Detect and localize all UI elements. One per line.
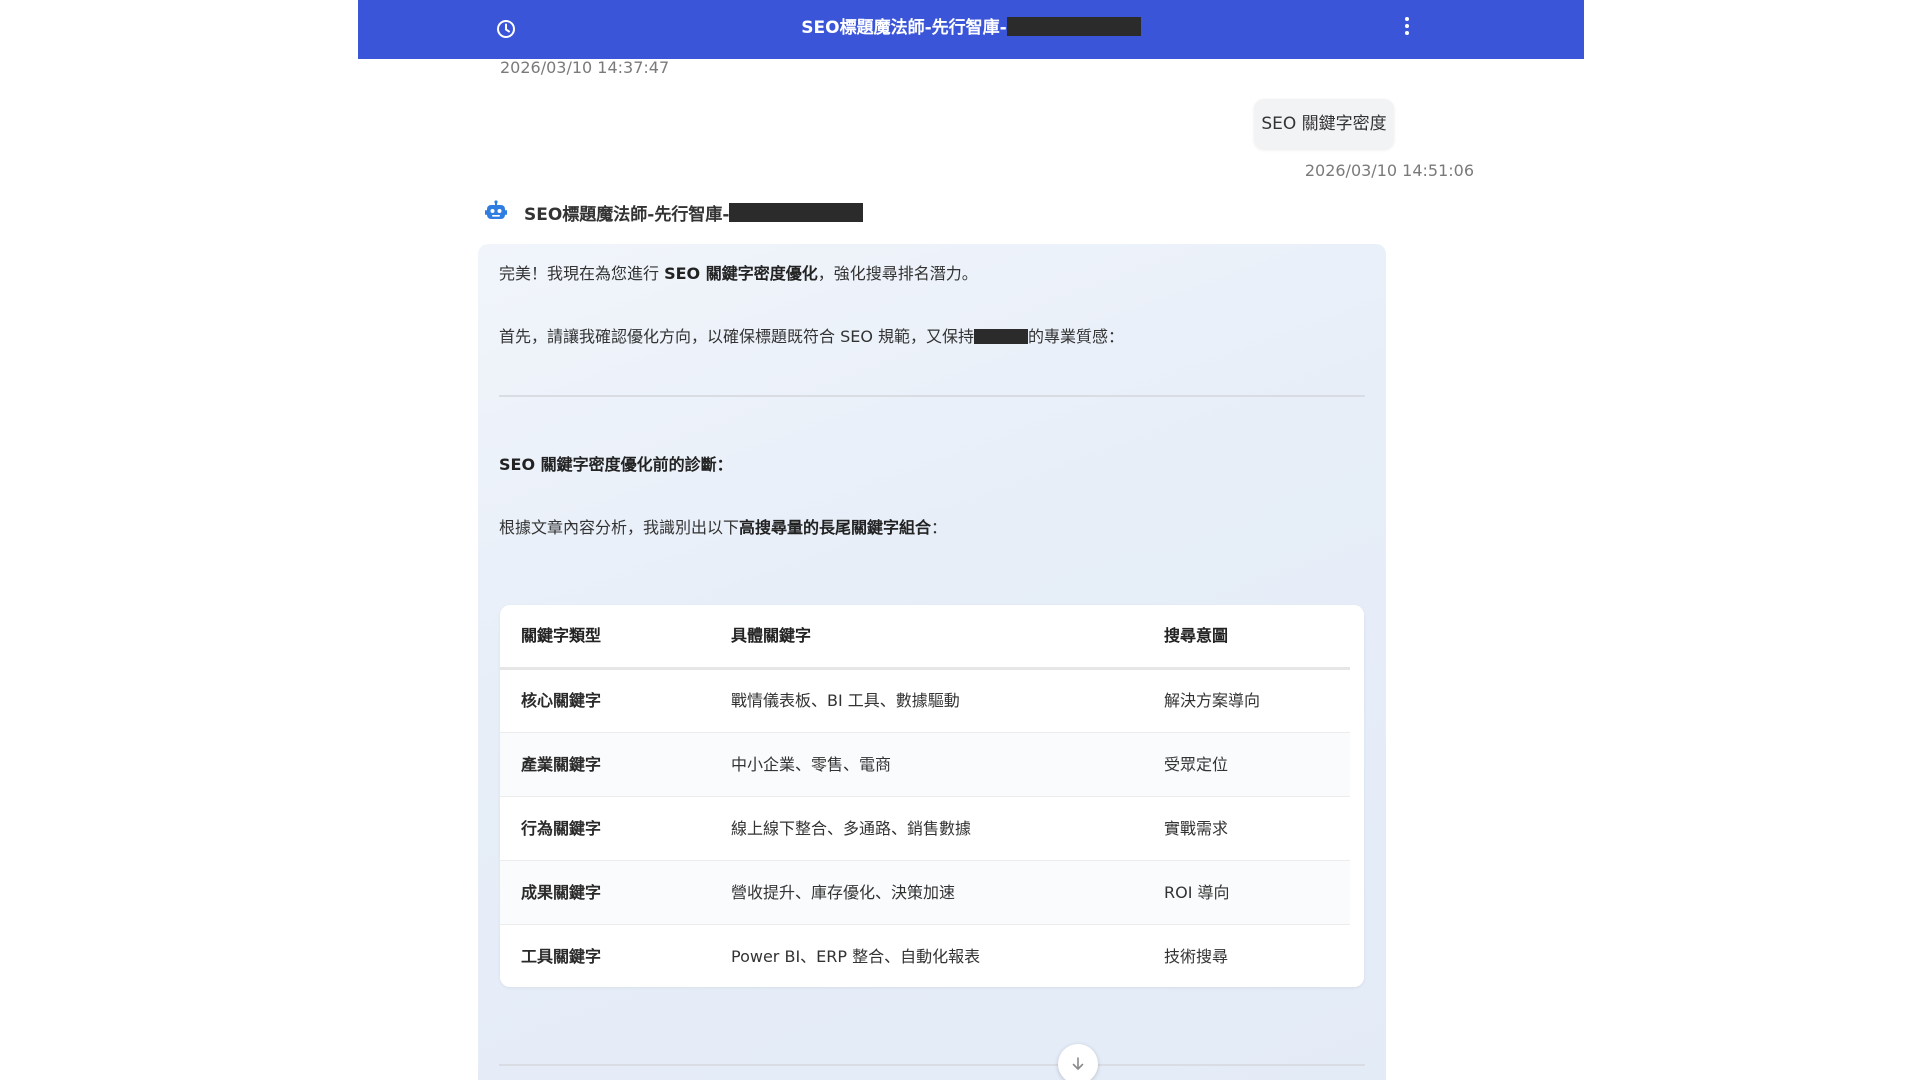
table-cell: 解決方案導向: [1164, 691, 1261, 710]
table-cell: 營收提升、庫存優化、決策加速: [731, 883, 956, 902]
table-row: 工具關鍵字 Power BI、ERP 整合、自動化報表 技術搜尋: [500, 925, 1350, 987]
divider: [499, 1064, 1365, 1066]
arrow-down-icon: [1072, 1057, 1084, 1070]
robot-icon: [485, 200, 507, 219]
table-header-cell: 關鍵字類型: [521, 626, 602, 645]
reply-text: 的專業質感：: [1028, 327, 1125, 346]
more-vertical-icon: [1400, 17, 1414, 35]
reply-text: 首先，請讓我確認優化方向，以確保標題既符合 SEO 規範，又保持: [499, 327, 975, 346]
more-menu-button[interactable]: [1400, 14, 1414, 42]
table-cell: 行為關鍵字: [521, 819, 602, 838]
bot-name: SEO標題魔法師-先行智庫-: [524, 204, 730, 225]
reply-paragraph-3: 根據文章內容分析，我識別出以下高搜尋量的長尾關鍵字組合：: [499, 514, 947, 538]
table-cell: 核心關鍵字: [521, 691, 602, 710]
table-cell: 實戰需求: [1164, 819, 1229, 838]
reply-text: 完美！我現在為您進行: [499, 264, 665, 283]
page-title-text: SEO標題魔法師-先行智庫-: [801, 18, 1007, 38]
bot-message-bubble: 完美！我現在為您進行 SEO 關鍵字密度優化，強化搜尋排名潛力。 首先，請讓我確…: [478, 244, 1386, 1080]
table-row: 成果關鍵字 營收提升、庫存優化、決策加速 ROI 導向: [500, 861, 1350, 925]
table-cell: 產業關鍵字: [521, 755, 602, 774]
keyword-table: 關鍵字類型 具體關鍵字 搜尋意圖 核心關鍵字 戰情儀表板、BI 工具、數據驅動 …: [500, 605, 1364, 987]
table-cell: Power BI、ERP 整合、自動化報表: [731, 947, 981, 966]
reply-bold-text: SEO 關鍵字密度優化: [664, 264, 818, 283]
message-timestamp: 2026/03/10 14:37:47: [500, 58, 670, 77]
bot-header: SEO標題魔法師-先行智庫-: [484, 198, 864, 226]
reply-bold-text: 高搜尋量的長尾關鍵字組合: [739, 518, 932, 537]
table-cell: 戰情儀表板、BI 工具、數據驅動: [731, 691, 960, 710]
table-cell: 受眾定位: [1164, 755, 1229, 774]
reply-paragraph-1: 完美！我現在為您進行 SEO 關鍵字密度優化，強化搜尋排名潛力。: [499, 260, 978, 284]
top-bar: SEO標題魔法師-先行智庫-: [358, 0, 1584, 59]
table-header-cell: 具體關鍵字: [731, 626, 812, 645]
table-cell: 線上線下整合、多通路、銷售數據: [731, 819, 972, 838]
user-message-timestamp: 2026/03/10 14:51:06: [1304, 161, 1474, 180]
table-row: 產業關鍵字 中小企業、零售、電商 受眾定位: [500, 733, 1350, 797]
redacted-block: [1006, 17, 1141, 36]
table-header-cell: 搜尋意圖: [1164, 626, 1229, 645]
reply-paragraph-2: 首先，請讓我確認優化方向，以確保標題既符合 SEO 規範，又保持 的專業質感：: [499, 323, 1124, 347]
redacted-block: [974, 328, 1029, 344]
user-message-bubble: SEO 關鍵字密度: [1254, 99, 1394, 149]
table-cell: 工具關鍵字: [521, 947, 602, 966]
reply-text: 根據文章內容分析，我識別出以下: [499, 518, 740, 537]
divider: [499, 395, 1365, 397]
diagnosis-heading: SEO 關鍵字密度優化前的診斷：: [499, 455, 733, 474]
chat-app: SEO標題魔法師-先行智庫- 2026/03/10 14:37:47 SEO 關…: [358, 0, 1584, 1080]
table-row: 行為關鍵字 線上線下整合、多通路、銷售數據 實戰需求: [500, 797, 1350, 861]
table-cell: 中小企業、零售、電商: [731, 755, 892, 774]
scroll-to-bottom-button[interactable]: [1058, 1044, 1098, 1080]
table-cell: 技術搜尋: [1164, 947, 1229, 966]
table-cell: ROI 導向: [1164, 883, 1230, 902]
table-cell: 成果關鍵字: [521, 883, 602, 902]
reply-text: ：: [931, 518, 948, 537]
redacted-block: [729, 202, 864, 222]
table-header-row: 關鍵字類型 具體關鍵字 搜尋意圖: [500, 605, 1350, 670]
table-row: 核心關鍵字 戰情儀表板、BI 工具、數據驅動 解決方案導向: [500, 669, 1350, 733]
reply-text: ，強化搜尋排名潛力。: [817, 264, 978, 283]
